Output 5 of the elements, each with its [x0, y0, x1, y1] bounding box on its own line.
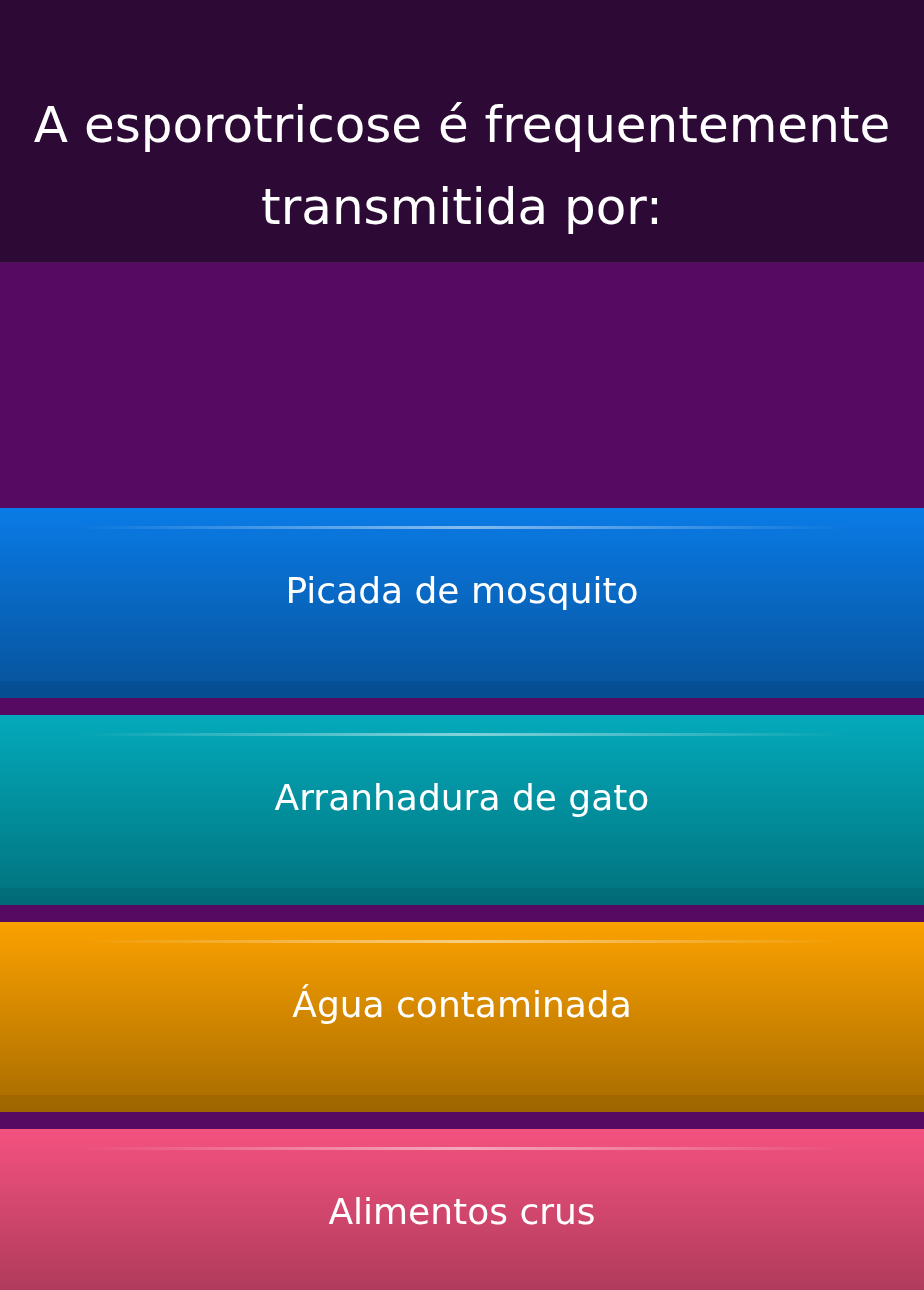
- answer-button[interactable]: Arranhadura de gato: [0, 715, 924, 905]
- answer-button[interactable]: Água contaminada: [0, 922, 924, 1112]
- answer-button[interactable]: Alimentos crus: [0, 1129, 924, 1290]
- answer-button[interactable]: Picada de mosquito: [0, 508, 924, 698]
- question-text: A esporotricose é frequentemente transmitida por:: [32, 95, 892, 238]
